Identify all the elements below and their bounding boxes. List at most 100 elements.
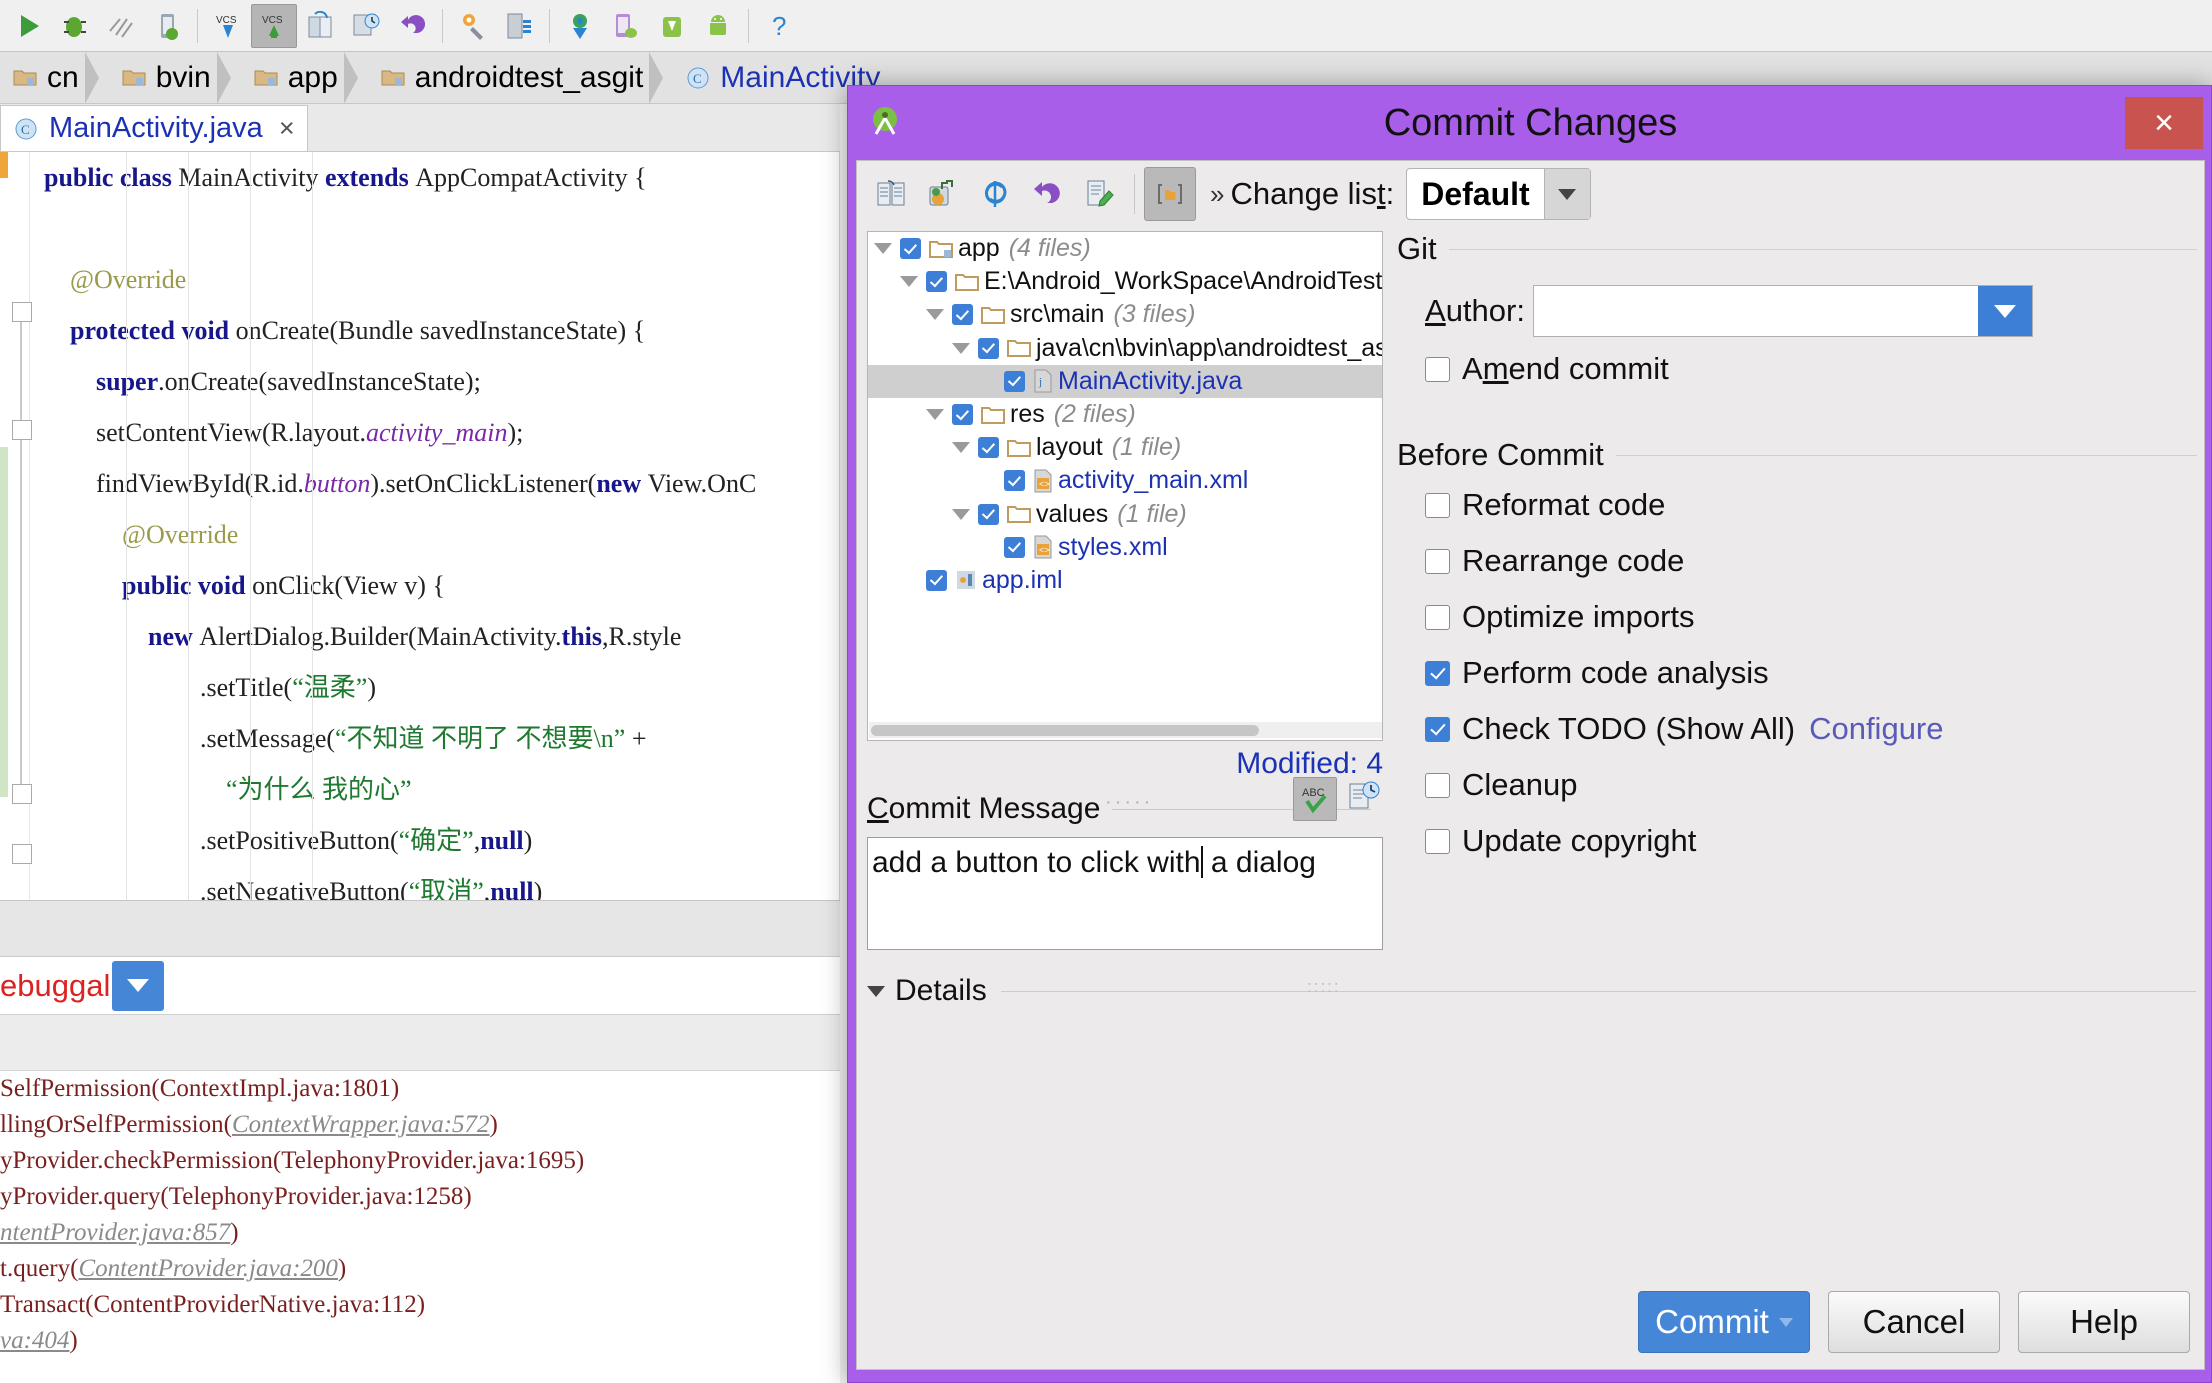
breadcrumb-item-androidtest_asgit[interactable]: androidtest_asgit [367,52,674,103]
tree-row[interactable]: app.iml [868,564,1382,597]
before-commit-option[interactable]: Check TODO (Show All) Configure [1425,705,2197,753]
details-section[interactable]: Details ::::: [867,971,2196,1011]
commit-button[interactable]: Commit [1638,1291,1810,1353]
tree-checkbox[interactable] [952,304,973,326]
edit-source-icon[interactable] [1073,167,1125,221]
sdk-manager-icon[interactable] [450,4,496,48]
editor-tab-mainactivity[interactable]: C MainActivity.java × [0,105,308,151]
expand-chevron-icon[interactable]: » [1210,179,1224,210]
amend-commit-checkbox[interactable] [1425,356,1450,382]
commit-message-input[interactable]: add a button to click with a dialog [867,837,1383,950]
tree-checkbox[interactable] [1004,370,1025,392]
stacktrace-link[interactable]: ntentProvider.java:857 [0,1219,230,1246]
move-to-another-changelist-icon[interactable] [917,167,969,221]
stacktrace-link[interactable]: ContentProvider.java:200 [78,1255,337,1282]
triangle-down-icon[interactable] [874,243,892,255]
tree-row[interactable]: E:\Android_WorkSpace\AndroidTest_AS [868,265,1382,298]
triangle-down-icon[interactable] [926,409,944,421]
changelist-select[interactable]: Default [1406,168,1591,220]
run-icon[interactable] [6,4,52,48]
tree-row[interactable]: <> activity_main.xml [868,464,1382,497]
author-input[interactable] [1533,287,1978,335]
dialog-title-bar[interactable]: Commit Changes × [848,86,2212,160]
tree-row[interactable]: app (4 files) [868,232,1382,265]
tree-checkbox[interactable] [978,337,999,359]
before-commit-option[interactable]: Cleanup [1425,761,2197,809]
device-icon[interactable] [603,4,649,48]
option-checkbox[interactable] [1425,828,1450,854]
tree-checkbox[interactable] [926,569,947,591]
sync-project-icon[interactable] [297,4,343,48]
tree-row[interactable]: java\cn\bvin\app\androidtest_asg [868,332,1382,365]
fold-collapse-icon-2[interactable] [12,420,32,440]
chevron-down-icon[interactable] [112,960,165,1011]
scrollbar-thumb[interactable] [871,725,1259,736]
before-commit-option[interactable]: Perform code analysis [1425,649,2197,697]
stacktrace-link[interactable]: va:404 [0,1327,69,1354]
before-commit-option[interactable]: Rearrange code [1425,537,2197,585]
chevron-down-icon[interactable] [1977,286,2032,336]
editor-gutter[interactable] [0,152,32,900]
amend-commit-row[interactable]: Amend commit [1425,345,2197,393]
tree-checkbox[interactable] [900,238,921,260]
abc-spellcheck-icon[interactable]: ABC [1293,777,1337,821]
help-icon[interactable]: ? [756,4,802,48]
tree-checkbox[interactable] [926,271,947,293]
vcs-commit-icon[interactable]: VCS [251,3,297,48]
triangle-down-icon[interactable] [867,985,885,997]
changed-files-tree[interactable]: app (4 files) E:\Android_WorkSpace\Android… [867,231,1383,741]
split-button-arrow-icon[interactable] [1778,1317,1793,1327]
option-checkbox[interactable] [1425,772,1450,798]
tree-row[interactable]: values (1 file) [868,498,1382,531]
fold-collapse-icon[interactable] [12,302,32,322]
triangle-down-icon[interactable] [926,309,944,321]
code-content[interactable]: public class MainActivity extends AppCom… [30,152,839,900]
tree-checkbox[interactable] [952,404,973,426]
group-by-directory-icon[interactable] [1144,167,1196,221]
option-checkbox[interactable] [1425,660,1450,686]
fold-collapse-icon-4[interactable] [12,844,32,864]
avd-manager-icon[interactable] [343,4,389,48]
tree-checkbox[interactable] [1004,536,1025,558]
refresh-icon[interactable] [969,167,1021,221]
option-checkbox[interactable] [1425,492,1450,518]
android-icon[interactable] [695,4,741,48]
revert-icon[interactable] [389,4,435,48]
attach-debugger-icon[interactable] [144,4,190,48]
download-icon[interactable] [557,4,603,48]
show-diff-icon[interactable] [865,167,917,221]
help-button[interactable]: Help [2018,1291,2190,1353]
before-commit-option[interactable]: Update copyright [1425,817,2197,865]
breadcrumb-item-bvin[interactable]: bvin [108,52,241,103]
option-checkbox[interactable] [1425,548,1450,574]
before-commit-option[interactable]: Optimize imports [1425,593,2197,641]
code-editor[interactable]: public class MainActivity extends AppCom… [0,152,840,900]
coverage-icon[interactable] [98,4,144,48]
tree-row[interactable]: res (2 files) [868,398,1382,431]
breadcrumb-item-app[interactable]: app [240,52,368,103]
message-history-icon[interactable] [1345,779,1381,820]
debug-icon[interactable] [52,4,98,48]
details-grip[interactable]: ::::: [1307,977,1341,997]
chevron-down-icon[interactable] [1543,169,1590,219]
configure-link[interactable]: Configure [1809,711,1943,747]
tree-row[interactable]: src\main (3 files) [868,298,1382,331]
tree-checkbox[interactable] [978,437,999,459]
run-config-combo[interactable]: ebuggal [0,957,840,1015]
tree-row[interactable]: layout (1 file) [868,431,1382,464]
revert-icon[interactable] [1021,167,1073,221]
layout-inspector-icon[interactable] [496,4,542,48]
fold-collapse-icon-3[interactable] [12,784,32,804]
close-icon[interactable]: × [279,113,295,144]
option-checkbox[interactable] [1425,716,1450,742]
before-commit-option[interactable]: Reformat code [1425,481,2197,529]
close-icon[interactable]: × [2125,97,2203,149]
breadcrumb-item-cn[interactable]: cn [0,52,109,103]
android-download-icon[interactable] [649,4,695,48]
cancel-button[interactable]: Cancel [1828,1291,2000,1353]
stacktrace-link[interactable]: ContextWrapper.java:572 [232,1111,490,1138]
triangle-down-icon[interactable] [900,276,918,288]
option-checkbox[interactable] [1425,604,1450,630]
tree-row[interactable]: <> styles.xml [868,531,1382,564]
console-output[interactable]: SelfPermission(ContextImpl.java:1801) lli… [0,1071,840,1383]
